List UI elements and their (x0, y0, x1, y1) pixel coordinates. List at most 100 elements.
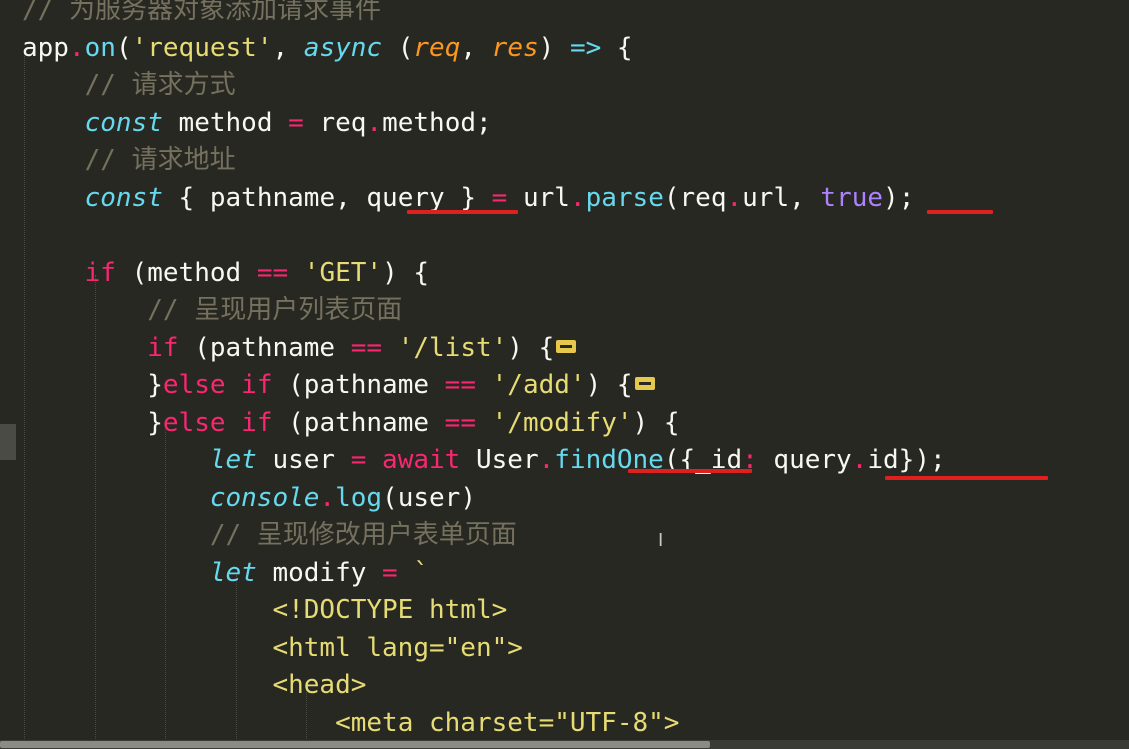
code-token: id}); (867, 445, 946, 475)
horizontal-scrollbar-thumb[interactable] (0, 741, 710, 748)
code-token: req (303, 107, 367, 138)
code-token: . (68, 32, 85, 63)
code-token: if (84, 257, 116, 288)
code-token: method; (382, 107, 492, 138)
annotation-underline-findone (628, 469, 752, 473)
code-token: ) { (632, 407, 680, 438)
code-token: ) { (382, 257, 430, 288)
code-token: , (272, 32, 304, 63)
fold-ellipsis-icon[interactable] (634, 377, 655, 390)
code-token: // 为服务器对象添加请求事件 (22, 0, 381, 25)
code-token: . (726, 182, 743, 213)
code-line[interactable]: <html lang="en"> (22, 630, 522, 666)
code-line[interactable]: if (pathname == '/list') { (22, 330, 577, 366)
code-token: { (601, 32, 633, 63)
code-line[interactable]: <head> (22, 667, 366, 703)
code-token: let (209, 557, 257, 588)
code-token: modify (256, 557, 383, 588)
code-line[interactable]: // 请求地址 (22, 142, 236, 178)
code-line[interactable]: }else if (pathname == '/add') { (22, 367, 655, 403)
code-token: else (162, 370, 226, 400)
code-line[interactable]: let user = await User.findOne({_id: quer… (22, 442, 946, 478)
code-line[interactable]: }else if (pathname == '/modify') { (22, 405, 680, 441)
code-token: ` (397, 557, 430, 588)
annotation-underline-query-id (885, 476, 1048, 480)
code-line[interactable]: console.log(user) (22, 480, 476, 516)
code-token: (pathname (272, 407, 445, 438)
code-token: // 呈现用户列表页面 (147, 295, 403, 325)
code-line[interactable]: // 为服务器对象添加请求事件 (22, 0, 381, 28)
code-token: ( (115, 32, 132, 63)
code-line[interactable]: const method = req.method; (22, 105, 492, 141)
code-token: method (162, 107, 289, 138)
current-line-marker (0, 424, 16, 460)
code-line[interactable]: let modify = ` (22, 555, 429, 591)
horizontal-scrollbar[interactable] (0, 740, 1129, 749)
annotation-underline-true (927, 210, 993, 214)
code-token: (req (663, 182, 727, 213)
code-token: . (851, 445, 868, 475)
code-token: if (147, 332, 179, 363)
code-token: . (538, 445, 555, 475)
code-token: if (241, 407, 273, 438)
code-line[interactable]: if (method == 'GET') { (22, 255, 429, 291)
code-token: await (382, 445, 461, 475)
code-token: url (507, 182, 570, 213)
code-token: (pathname (178, 332, 351, 363)
code-token: console (209, 482, 320, 513)
code-token: if (241, 370, 273, 400)
code-line[interactable]: <!DOCTYPE html> (22, 592, 507, 628)
code-token: '/list' (397, 332, 508, 363)
code-token: ( (382, 32, 414, 63)
code-token: url, (742, 182, 821, 213)
code-token: app (22, 32, 69, 63)
code-token: log (335, 482, 383, 513)
code-token: '/modify' (491, 407, 633, 438)
code-token: (pathname (272, 370, 445, 400)
code-token: res (491, 32, 539, 63)
code-token: <meta charset="UTF-8"> (335, 707, 680, 738)
code-editor[interactable]: // 为服务器对象添加请求事件 app.on('request', async (… (0, 0, 1129, 749)
annotation-underline-query (407, 210, 518, 214)
code-token: (method (115, 257, 257, 288)
code-token: const (84, 107, 163, 138)
code-token: == (256, 257, 289, 288)
code-token: else (162, 407, 226, 438)
code-line[interactable]: // 呈现修改用户表单页面 (22, 517, 517, 553)
code-token: ) { (507, 332, 555, 363)
code-token: { pathname, query } (162, 182, 492, 213)
code-token: } (147, 407, 163, 438)
code-token: parse (585, 182, 664, 213)
code-token: let (209, 445, 257, 475)
code-token: => (569, 32, 602, 63)
code-token: 'GET' (303, 257, 383, 288)
fold-ellipsis-icon[interactable] (556, 339, 577, 353)
code-token: 'request' (131, 32, 273, 63)
code-token: = (491, 182, 508, 213)
code-line[interactable]: // 呈现用户列表页面 (22, 292, 402, 328)
code-line[interactable]: app.on('request', async (req, res) => { (22, 30, 633, 66)
code-token: } (147, 370, 163, 400)
code-line[interactable]: // 请求方式 (22, 67, 236, 103)
code-line[interactable]: <meta charset="UTF-8"> (22, 705, 679, 741)
code-token: // 呈现修改用户表单页面 (209, 520, 517, 550)
code-token: <!DOCTYPE html> (272, 595, 508, 625)
